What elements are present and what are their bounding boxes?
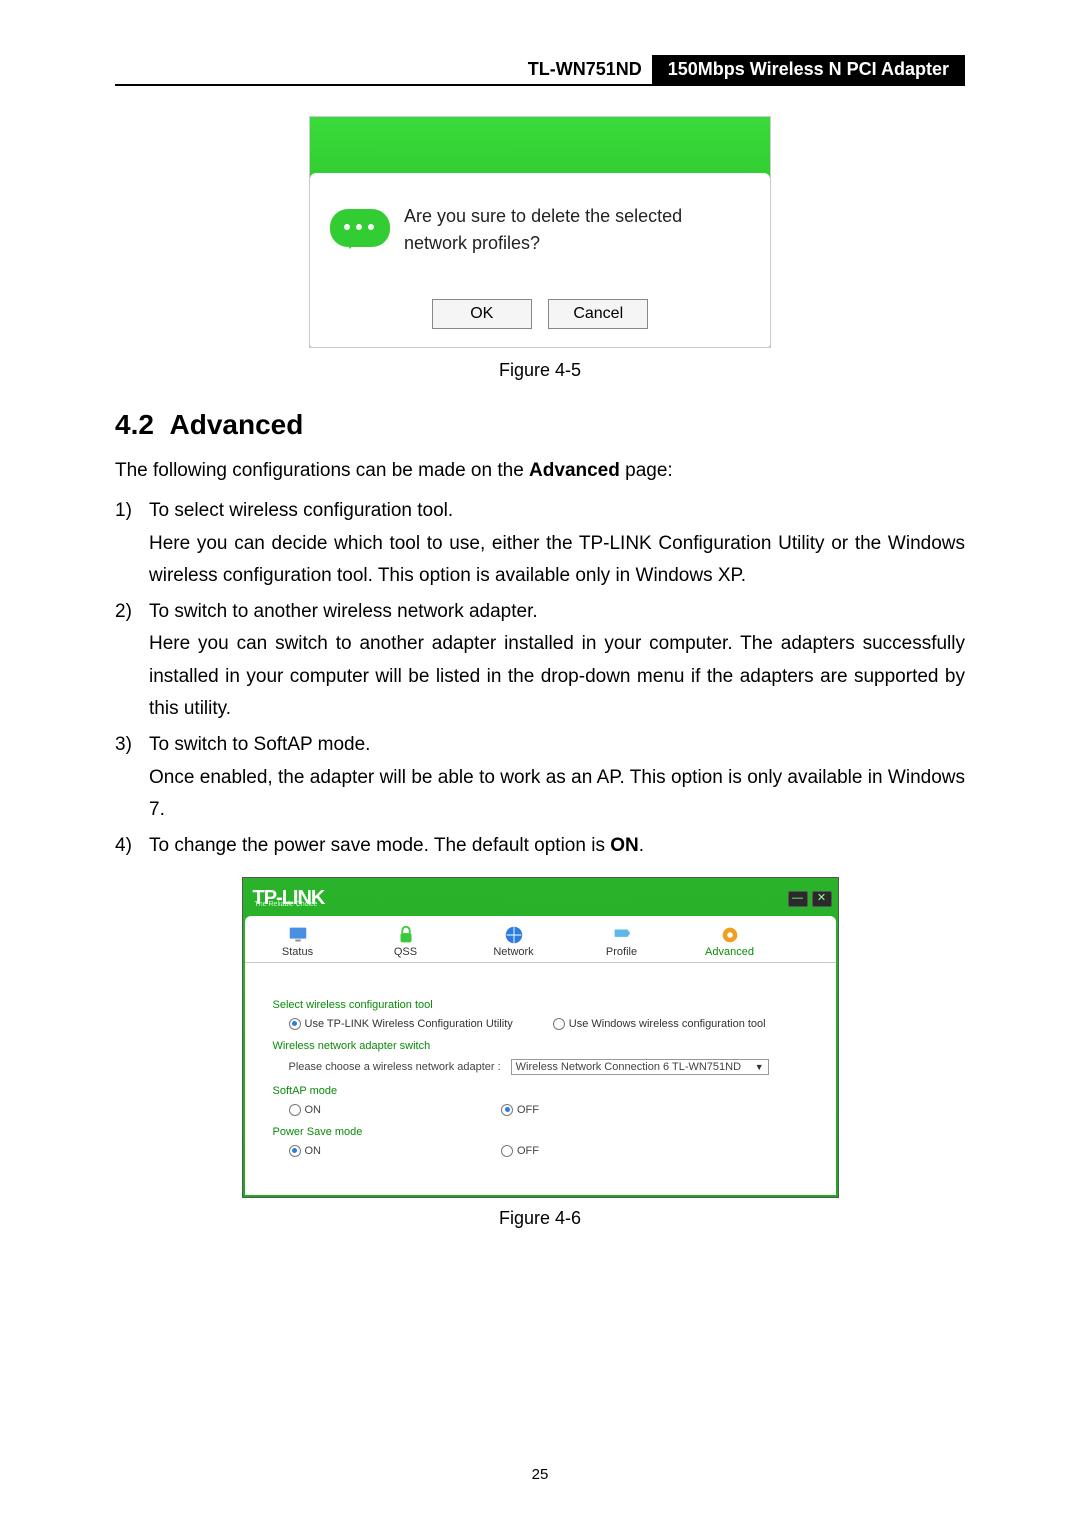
tab-advanced[interactable]: Advanced — [691, 922, 769, 962]
lock-icon — [395, 924, 417, 946]
radio-icon — [289, 1018, 301, 1030]
minimize-button[interactable]: — — [788, 891, 808, 907]
brand-tagline: The Reliable Choice — [255, 901, 318, 908]
page-number: 25 — [0, 1466, 1080, 1483]
product-name: 150Mbps Wireless N PCI Adapter — [652, 55, 965, 84]
radio-icon — [289, 1104, 301, 1116]
network-icon — [503, 924, 525, 946]
utility-window: TP-LINK The Reliable Choice — ✕ Status Q… — [242, 877, 839, 1198]
ok-button[interactable]: OK — [432, 299, 532, 329]
tab-qss[interactable]: QSS — [367, 922, 445, 962]
tab-status[interactable]: Status — [259, 922, 337, 962]
adapter-prompt: Please choose a wireless network adapter… — [289, 1061, 501, 1073]
list-item: 3) To switch to SoftAP mode. Once enable… — [115, 729, 965, 826]
list-item: 4) To change the power save mode. The de… — [115, 830, 965, 862]
radio-icon — [501, 1104, 513, 1116]
radio-tplink-utility[interactable]: Use TP-LINK Wireless Configuration Utili… — [289, 1018, 513, 1030]
profile-icon — [611, 924, 633, 946]
radio-icon — [553, 1018, 565, 1030]
speech-bubble-icon — [330, 209, 390, 247]
radio-power-off[interactable]: OFF — [501, 1145, 539, 1157]
powersave-label: Power Save mode — [273, 1126, 808, 1139]
figure-caption: Figure 4-5 — [115, 360, 965, 381]
close-button[interactable]: ✕ — [812, 891, 832, 907]
numbered-list: 1) To select wireless configuration tool… — [115, 495, 965, 862]
radio-softap-on[interactable]: ON — [289, 1104, 322, 1116]
dialog-message: Are you sure to delete the selected netw… — [404, 203, 750, 257]
tab-network[interactable]: Network — [475, 922, 553, 962]
adapter-dropdown[interactable]: Wireless Network Connection 6 TL-WN751ND… — [511, 1059, 769, 1075]
radio-power-on[interactable]: ON — [289, 1145, 322, 1157]
intro-paragraph: The following configurations can be made… — [115, 455, 965, 487]
radio-icon — [501, 1145, 513, 1157]
list-item: 1) To select wireless configuration tool… — [115, 495, 965, 592]
chevron-down-icon: ▼ — [755, 1062, 764, 1072]
adapter-switch-label: Wireless network adapter switch — [273, 1040, 808, 1053]
tab-bar: Status QSS Network Profile Advanced — [245, 916, 836, 963]
list-item: 2) To switch to another wireless network… — [115, 596, 965, 725]
radio-windows-tool[interactable]: Use Windows wireless configuration tool — [553, 1018, 766, 1030]
figure-caption: Figure 4-6 — [115, 1208, 965, 1229]
confirm-dialog: Are you sure to delete the selected netw… — [309, 116, 771, 348]
cancel-button[interactable]: Cancel — [548, 299, 648, 329]
gear-icon — [719, 924, 741, 946]
model-number: TL-WN751ND — [115, 55, 652, 84]
tab-profile[interactable]: Profile — [583, 922, 661, 962]
config-tool-label: Select wireless configuration tool — [273, 999, 808, 1012]
monitor-icon — [287, 924, 309, 946]
radio-icon — [289, 1145, 301, 1157]
section-heading: 4.2 Advanced — [115, 409, 965, 441]
radio-softap-off[interactable]: OFF — [501, 1104, 539, 1116]
softap-label: SoftAP mode — [273, 1085, 808, 1098]
doc-header: TL-WN751ND 150Mbps Wireless N PCI Adapte… — [115, 55, 965, 86]
